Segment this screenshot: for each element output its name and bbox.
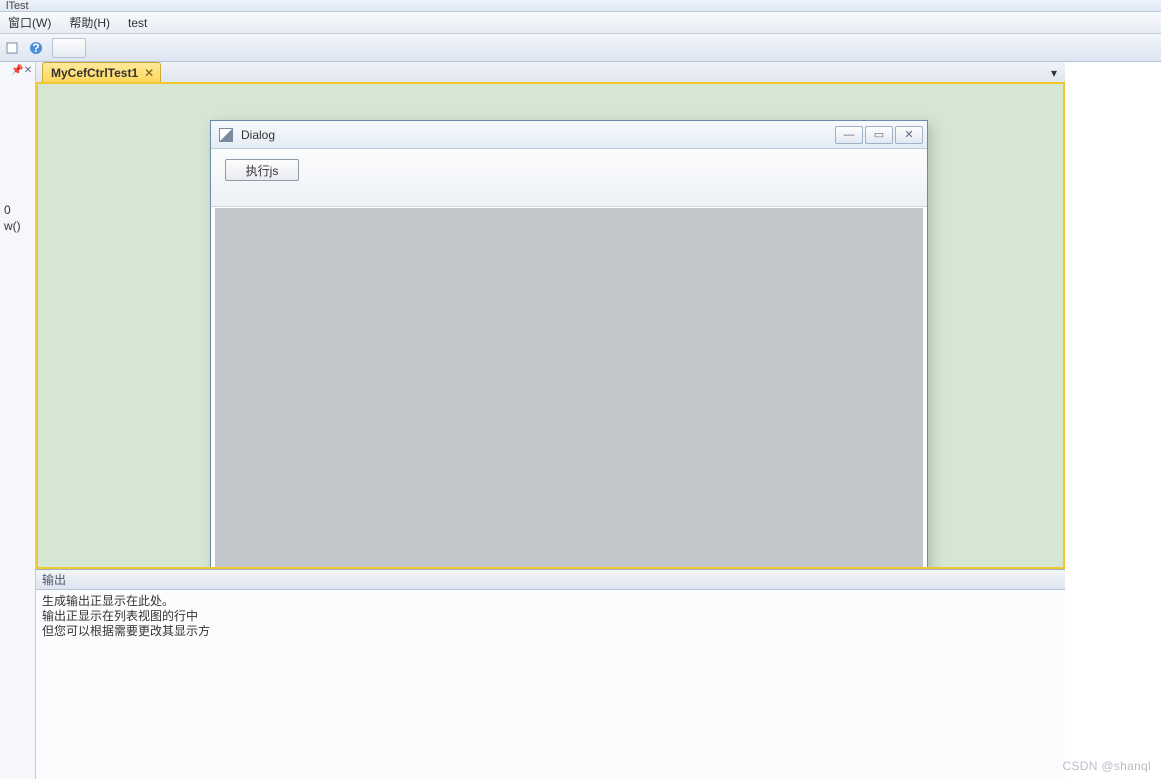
output-panel: 输出 生成输出正显示在此处。 输出正显示在列表视图的行中 但您可以根据需要更改其… xyxy=(36,569,1065,779)
pin-icon[interactable]: 📌 xyxy=(11,66,21,76)
maximize-icon[interactable]: ▭ xyxy=(865,126,893,144)
app-title: lTest xyxy=(0,0,1161,12)
toolbar-dropdown[interactable] xyxy=(52,38,86,58)
tab-close-icon[interactable]: ✕ xyxy=(144,66,154,80)
menu-window[interactable]: 窗口(W) xyxy=(2,12,57,33)
menu-test[interactable]: test xyxy=(122,14,153,32)
execute-js-button[interactable]: 执行js xyxy=(225,159,299,181)
main-toolbar: ? xyxy=(0,34,1161,62)
dialog-title-text: Dialog xyxy=(241,128,835,142)
dialog-app-icon xyxy=(219,128,233,142)
tab-label: MyCefCtrlTest1 xyxy=(51,66,138,80)
dialog-client-area[interactable] xyxy=(215,208,923,569)
minimize-icon[interactable]: — xyxy=(835,126,863,144)
left-sidebar: 📌 ✕ 0 w() xyxy=(0,62,36,779)
output-panel-title: 输出 xyxy=(36,570,1065,590)
close-icon[interactable]: ✕ xyxy=(23,66,33,76)
tab-mycefctrltest1[interactable]: MyCefCtrlTest1 ✕ xyxy=(42,62,161,82)
dialog-toolbar: 执行js xyxy=(211,149,927,207)
toolbar-btn-1[interactable] xyxy=(2,38,22,58)
dialog-window[interactable]: Dialog — ▭ ✕ 执行js xyxy=(210,120,928,569)
form-designer-surface[interactable]: Dialog — ▭ ✕ 执行js xyxy=(36,84,1065,569)
output-text[interactable]: 生成输出正显示在此处。 输出正显示在列表视图的行中 但您可以根据需要更改其显示方 xyxy=(36,590,1065,779)
menu-bar: 窗口(W) 帮助(H) test xyxy=(0,12,1161,34)
svg-text:?: ? xyxy=(32,41,39,55)
menu-help[interactable]: 帮助(H) xyxy=(63,12,116,33)
dialog-titlebar[interactable]: Dialog — ▭ ✕ xyxy=(211,121,927,149)
document-tab-strip: MyCefCtrlTest1 ✕ ▾ xyxy=(36,62,1065,84)
close-window-icon[interactable]: ✕ xyxy=(895,126,923,144)
tab-overflow-icon[interactable]: ▾ xyxy=(1047,66,1061,80)
left-code-snippet: 0 w() xyxy=(4,202,21,234)
help-icon[interactable]: ? xyxy=(26,38,46,58)
